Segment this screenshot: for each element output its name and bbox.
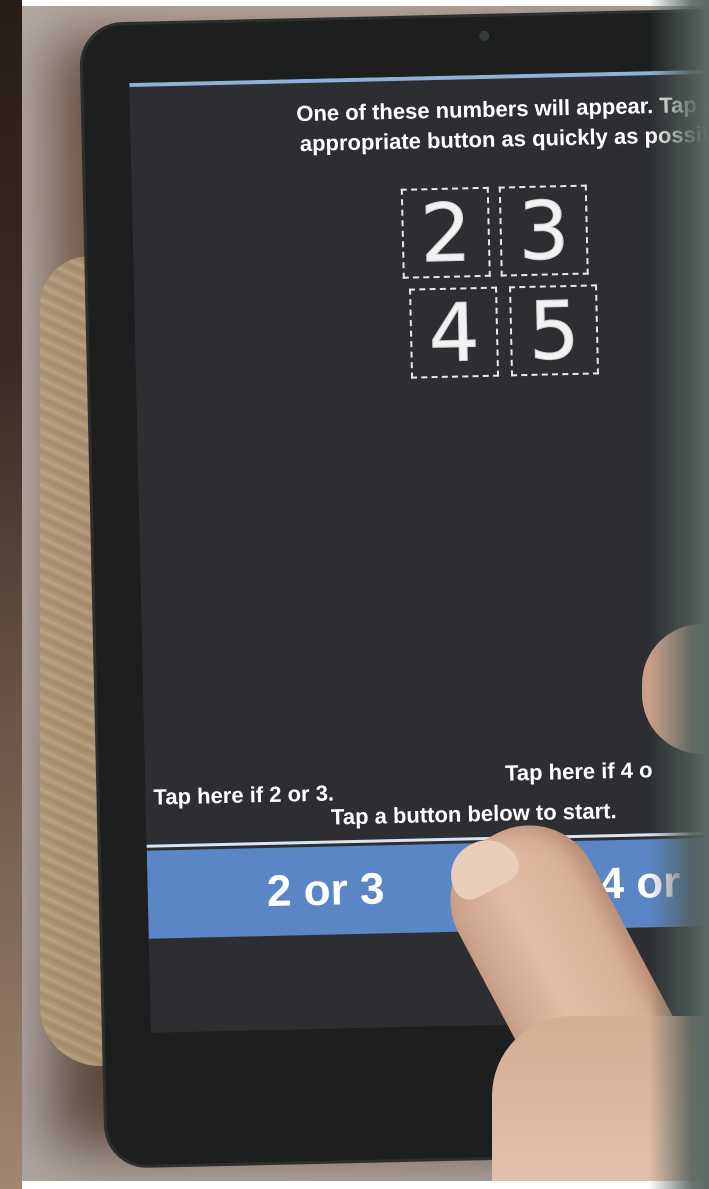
photo-frame: One of these numbers will appear. Tap th… [22,6,709,1181]
digit-5: 5 [509,283,600,378]
digit-4: 4 [409,286,500,381]
photo-right-edge [649,0,709,1189]
screen-top-bar [129,68,709,87]
digit-3: 3 [498,184,589,279]
tap-right-label: Tap here if 4 o [504,757,653,786]
photo-left-edge [0,0,22,1189]
photo-scene: One of these numbers will appear. Tap th… [0,0,709,1189]
instructions: One of these numbers will appear. Tap th… [190,87,709,162]
tap-left-label: Tap here if 2 or 3. [153,780,335,810]
tablet-screen: One of these numbers will appear. Tap th… [129,68,709,1033]
front-camera [479,30,490,41]
start-hint: Tap a button below to start. [330,798,617,830]
digit-2: 2 [400,186,491,281]
digit-grid: 2 3 4 5 [400,184,605,384]
